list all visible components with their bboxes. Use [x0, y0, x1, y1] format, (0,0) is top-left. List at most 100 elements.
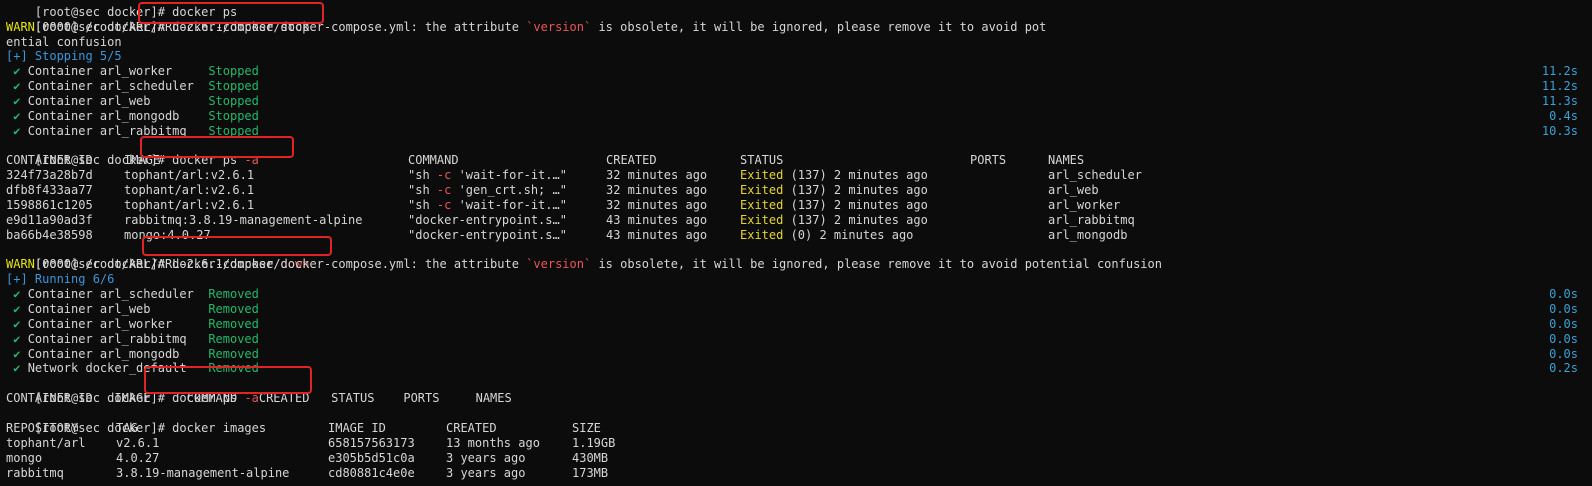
status-cell: Exited (137) 2 minutes ago	[740, 183, 970, 198]
command-text: "sh	[408, 183, 437, 198]
container-id: 324f73a28b7d	[6, 168, 93, 183]
warn-label: WARN	[6, 257, 35, 272]
image-name: mongo:4.0.27	[124, 227, 211, 242]
table-header: CONTAINER ID IMAGE COMMAND CREATED STATUS POR…	[6, 153, 1592, 168]
container-stop-row: ✔ Container arl_rabbitmq Stopped 10.3s	[6, 124, 1592, 139]
warn-text: [0000] /root/ARL/ARL-2.6.1/docker/docker…	[34, 19, 527, 34]
command-cell: "sh -c 'wait-for-it.…"	[408, 198, 606, 213]
command-cell: "docker-entrypoint.s…"	[408, 213, 606, 228]
image-id-cell: e305b5d51c0a	[328, 450, 415, 465]
check-icon: ✔	[6, 331, 28, 346]
image-row: tophant/arl v2.6.1 658157563173 13 months a…	[6, 436, 1592, 451]
created-cell: 43 minutes ago	[606, 212, 708, 227]
command-flag: -c	[436, 183, 452, 198]
col-image: IMAGE	[124, 153, 161, 168]
check-icon: ✔	[6, 316, 28, 331]
created-cell: 3 years ago	[446, 465, 526, 480]
col-status: STATUS	[740, 153, 784, 168]
tag-cell: v2.6.1	[116, 435, 160, 450]
names-cell: arl_scheduler	[1048, 168, 1142, 183]
container-remove-row: ✔ Container arl_scheduler Removed 0.0s	[6, 287, 1592, 302]
container-name: Container arl_web	[27, 94, 209, 109]
container-stop-row: ✔ Container arl_web Stopped 11.3s	[6, 94, 1592, 109]
status-exited: Exited	[740, 212, 784, 227]
size-cell: 173MB	[572, 465, 609, 480]
empty-table-header: CONTAINER ID IMAGE COMMAND CREATED STATU…	[6, 391, 512, 406]
col-created: CREATED	[446, 420, 497, 435]
status-detail: (137) 2 minutes ago	[783, 168, 928, 183]
version-keyword: `version`	[526, 19, 592, 34]
container-id: ba66b4e38598	[6, 227, 93, 242]
status-exited: Exited	[740, 183, 784, 198]
container-remove-row: ✔ Container arl_rabbitmq Removed 0.0s	[6, 332, 1592, 347]
elapsed-time: 10.3s	[1541, 123, 1578, 138]
col-container-id: CONTAINER ID	[6, 153, 93, 168]
terminal-line: [root@sec docker]# docker ps -a	[6, 376, 1592, 405]
status-removed: Removed	[208, 331, 259, 346]
elapsed-time: 0.4s	[1549, 108, 1578, 123]
status-exited: Exited	[740, 227, 784, 242]
size-cell: 430MB	[572, 450, 609, 465]
status-removed: Removed	[208, 346, 259, 361]
terminal-window[interactable]: [root@sec docker]# docker ps [root@sec d…	[0, 0, 1592, 486]
warning-line: WARN[0000] /root/ARL/ARL-2.6.1/docker/do…	[6, 20, 1592, 35]
check-icon: ✔	[6, 346, 28, 361]
check-icon: ✔	[6, 302, 28, 317]
container-stop-row: ✔ Container arl_mongodb Stopped 0.4s	[6, 109, 1592, 124]
container-stop-row: ✔ Container arl_scheduler Stopped 11.2s	[6, 79, 1592, 94]
check-icon: ✔	[6, 123, 28, 138]
progress-header: [+] Running 6/6	[6, 272, 115, 287]
container-remove-row: ✔ Container arl_mongodb Removed 0.0s	[6, 347, 1592, 362]
image-row: mongo 4.0.27 e305b5d51c0a 3 years ago 430MB	[6, 451, 1592, 466]
status-stopped: Stopped	[208, 108, 259, 123]
resource-name: Container arl_mongodb	[27, 346, 209, 361]
status-stopped: Stopped	[208, 64, 259, 79]
names-cell: arl_worker	[1048, 198, 1121, 213]
image-id-cell: cd80881c4e0e	[328, 465, 415, 480]
status-stopped: Stopped	[208, 79, 259, 94]
status-removed: Removed	[208, 302, 259, 317]
command-text: "docker-entrypoint.s…"	[408, 227, 567, 242]
container-name: Container arl_mongodb	[27, 108, 209, 123]
table-row: ba66b4e38598 mongo:4.0.27 "docker-entrypoi…	[6, 228, 1592, 243]
command-text: "sh	[408, 198, 437, 213]
command-cell: "sh -c 'wait-for-it.…"	[408, 168, 606, 183]
elapsed-time: 11.2s	[1541, 79, 1578, 94]
resource-name: Container arl_web	[27, 302, 209, 317]
command-text: "sh	[408, 168, 437, 183]
command-text: 'gen_crt.sh; …"	[451, 183, 567, 198]
warn-text: is obsolete, it will be ignored, please …	[591, 19, 1047, 34]
repository-cell: mongo	[6, 450, 43, 465]
status-cell: Exited (0) 2 minutes ago	[740, 228, 970, 243]
command-flag: -c	[436, 198, 452, 213]
container-name: Container arl_worker	[27, 64, 209, 79]
progress-header: [+] Stopping 5/5	[6, 49, 122, 64]
status-cell: Exited (137) 2 minutes ago	[740, 198, 970, 213]
table-row: e9d11a90ad3f rabbitmq:3.8.19-management-a…	[6, 213, 1592, 228]
container-remove-row: ✔ Container arl_worker Removed 0.0s	[6, 317, 1592, 332]
warn-text: [0000] /root/ARL/ARL-2.6.1/docker/docker…	[34, 257, 527, 272]
image-row: rabbitmq 3.8.19-management-alpine cd80881c…	[6, 466, 1592, 481]
command-cell: "sh -c 'gen_crt.sh; …"	[408, 183, 606, 198]
created-cell: 43 minutes ago	[606, 227, 708, 242]
status-removed: Removed	[208, 287, 259, 302]
elapsed-time: 0.0s	[1549, 287, 1578, 302]
col-created: CREATED	[606, 153, 657, 168]
tag-cell: 3.8.19-management-alpine	[116, 465, 290, 480]
status-exited: Exited	[740, 198, 784, 213]
status-removed: Removed	[208, 316, 259, 331]
repository-cell: rabbitmq	[6, 465, 64, 480]
terminal-line: [root@sec docker]# docker-compose down	[6, 243, 1592, 271]
size-cell: 1.19GB	[572, 435, 616, 450]
status-detail: (0) 2 minutes ago	[783, 227, 914, 242]
created-cell: 3 years ago	[446, 450, 526, 465]
command-text: "docker-entrypoint.s…"	[408, 212, 567, 227]
elapsed-time: 0.0s	[1549, 316, 1578, 331]
image-id-cell: 658157563173	[328, 435, 415, 450]
check-icon: ✔	[6, 361, 28, 376]
resource-name: Container arl_scheduler	[27, 287, 209, 302]
status-cell: Exited (137) 2 minutes ago	[740, 168, 970, 183]
col-names: NAMES	[1048, 153, 1085, 168]
check-icon: ✔	[6, 108, 28, 123]
elapsed-time: 0.0s	[1549, 331, 1578, 346]
